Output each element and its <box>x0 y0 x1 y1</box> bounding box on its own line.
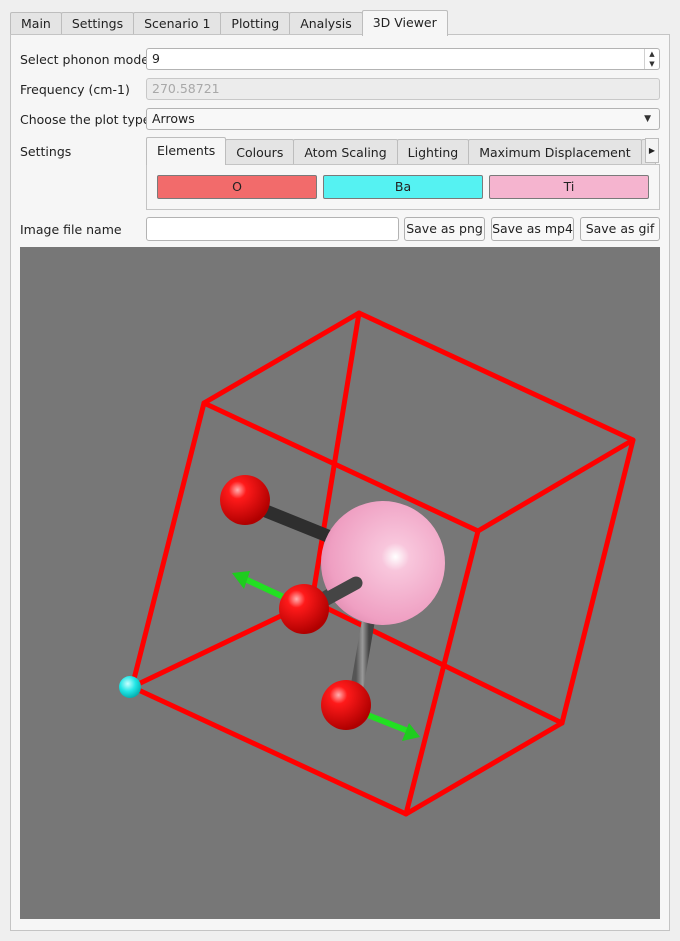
element-ti-button[interactable]: Ti <box>489 175 649 199</box>
spin-arrows-icon[interactable]: ▲ ▼ <box>644 49 659 69</box>
tab-plotting[interactable]: Plotting <box>220 12 291 35</box>
tab-elements[interactable]: Elements <box>146 137 227 165</box>
frequency-value: 270.58721 <box>152 81 220 96</box>
tab-maximum-displacement[interactable]: Maximum Displacement <box>468 139 642 164</box>
phonon-mode-label: Select phonon mode <box>20 52 149 67</box>
tab-colours[interactable]: Colours <box>225 139 295 164</box>
titanium-atom <box>321 501 445 625</box>
oxygen-atom <box>279 584 329 634</box>
tab-analysis[interactable]: Analysis <box>289 12 363 35</box>
image-file-label: Image file name <box>20 222 122 237</box>
chevron-down-icon: ▼ <box>644 114 651 124</box>
cell-edge <box>129 400 207 690</box>
frequency-field: 270.58721 <box>146 78 660 100</box>
image-file-input[interactable] <box>146 217 399 241</box>
tab-3d-viewer[interactable]: 3D Viewer <box>361 10 448 36</box>
bond <box>349 610 376 700</box>
main-tab-bar: Main Settings Scenario 1 Plotting Analys… <box>10 10 448 36</box>
crystal-structure-render <box>119 310 636 817</box>
tab-lighting[interactable]: Lighting <box>396 139 470 164</box>
barium-atom <box>119 676 141 698</box>
save-png-button[interactable]: Save as png <box>404 217 485 241</box>
displacement-arrow <box>357 709 420 741</box>
3d-viewer-canvas[interactable] <box>20 247 660 919</box>
phonon-mode-value: 9 <box>152 51 160 66</box>
tab-settings[interactable]: Settings <box>60 12 135 35</box>
tab-scenario-1[interactable]: Scenario 1 <box>133 12 222 35</box>
element-o-button[interactable]: O <box>157 175 317 199</box>
tab-main[interactable]: Main <box>10 12 62 35</box>
save-mp4-button[interactable]: Save as mp4 <box>491 217 574 241</box>
plot-type-combobox[interactable]: Arrows ▼ <box>146 108 660 130</box>
cell-edge <box>559 437 636 726</box>
settings-tab-bar: Elements Colours Atom Scaling Lighting M… <box>146 137 656 165</box>
tab-scroll-right-icon[interactable]: ▶ <box>645 138 659 163</box>
oxygen-atom <box>220 475 270 525</box>
phonon-mode-spinbox[interactable]: 9 ▲ ▼ <box>146 48 660 70</box>
oxygen-atom <box>321 680 371 730</box>
element-ba-button[interactable]: Ba <box>323 175 483 199</box>
save-gif-button[interactable]: Save as gif <box>580 217 660 241</box>
settings-label: Settings <box>20 144 72 159</box>
frequency-label: Frequency (cm-1) <box>20 82 130 97</box>
tab-atom-scaling[interactable]: Atom Scaling <box>293 139 398 164</box>
plot-type-value: Arrows <box>152 111 195 126</box>
plot-type-label: Choose the plot type <box>20 112 151 127</box>
